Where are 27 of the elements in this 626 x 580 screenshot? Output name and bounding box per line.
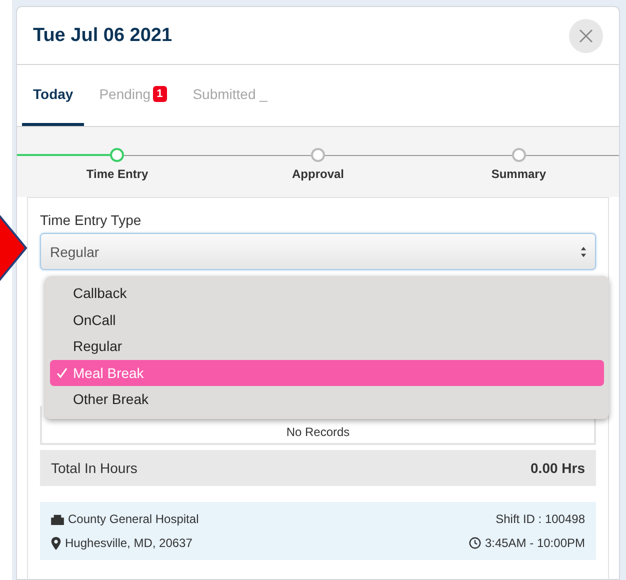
location-pin-icon: [51, 536, 61, 550]
total-label: Total In Hours: [51, 460, 138, 476]
dropdown-option[interactable]: Regular: [50, 333, 604, 360]
step-label: Summary: [490, 167, 548, 181]
building-icon: [51, 514, 64, 524]
count-badge: 1: [152, 86, 167, 102]
clock-icon: [468, 537, 481, 549]
field-label: Time Entry Type: [40, 212, 142, 228]
empty-message: No Records: [286, 425, 350, 439]
step-label: Approval: [291, 167, 346, 181]
updown-icon: [580, 246, 587, 258]
dropdown-option[interactable]: Callback: [50, 280, 604, 306]
shift-id: Shift ID : 100498: [496, 512, 585, 526]
total-value: 0.00 Hrs: [530, 460, 585, 476]
pointer-arrow-icon: [0, 212, 28, 284]
shift-hours: 3:45AM - 10:00PM: [484, 536, 585, 550]
facility-name: County General Hospital: [68, 512, 199, 526]
close-icon: [579, 28, 593, 42]
location-text: Hughesville, MD, 20637: [65, 536, 192, 550]
step-label: Time Entry: [85, 167, 150, 181]
tab[interactable]: Pending 1: [88, 65, 178, 126]
close-button[interactable]: [569, 18, 603, 52]
check-icon: [56, 366, 68, 379]
dropdown-option[interactable]: OnCall: [50, 306, 604, 333]
dropdown-option[interactable]: Other Break: [50, 386, 604, 412]
dialog-title: Tue Jul 06 2021: [33, 24, 172, 46]
time-entry-type-select[interactable]: Regular: [40, 233, 596, 270]
